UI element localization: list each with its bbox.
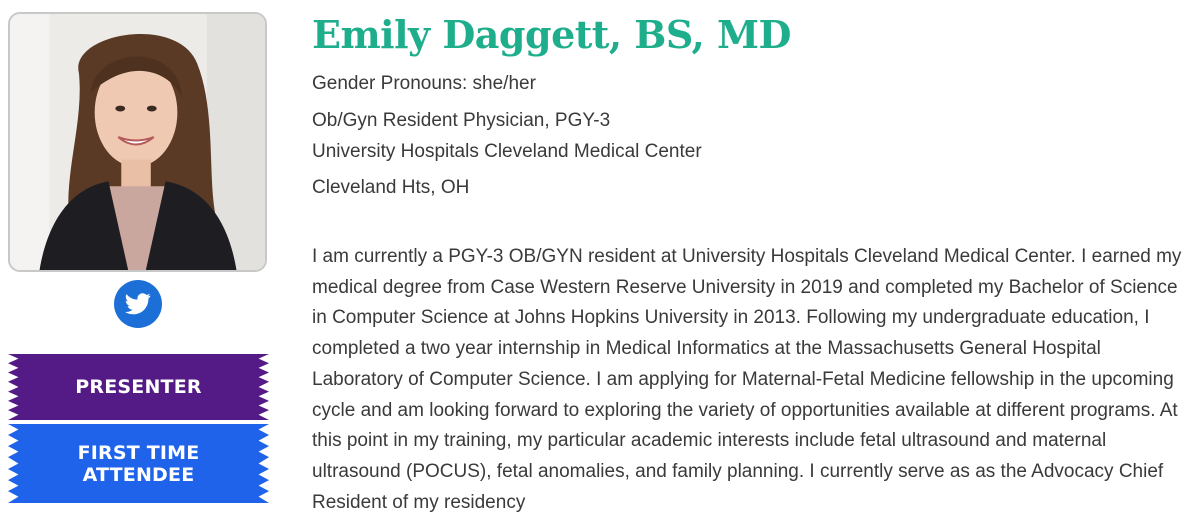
job-title: Ob/Gyn Resident Physician, PGY-3 xyxy=(312,110,611,131)
profile-photo xyxy=(8,12,267,272)
bio-text: I am currently a PGY-3 OB/GYN resident a… xyxy=(312,246,1182,513)
first-time-badge-line2: ATTENDEE xyxy=(82,463,195,486)
first-time-badge-line1: FIRST TIME xyxy=(77,441,200,464)
profile-name: Emily Daggett, BS, MD xyxy=(312,12,792,57)
pronouns: Gender Pronouns: she/her xyxy=(312,73,536,94)
portrait-image xyxy=(10,14,265,270)
presenter-badge: PRESENTER xyxy=(8,354,269,420)
presenter-badge-label: PRESENTER xyxy=(75,376,202,398)
twitter-button[interactable] xyxy=(114,280,162,328)
location: Cleveland Hts, OH xyxy=(312,177,470,198)
institution: University Hospitals Cleveland Medical C… xyxy=(312,141,702,162)
twitter-icon xyxy=(125,293,151,315)
first-time-attendee-badge: FIRST TIME ATTENDEE xyxy=(8,424,269,503)
